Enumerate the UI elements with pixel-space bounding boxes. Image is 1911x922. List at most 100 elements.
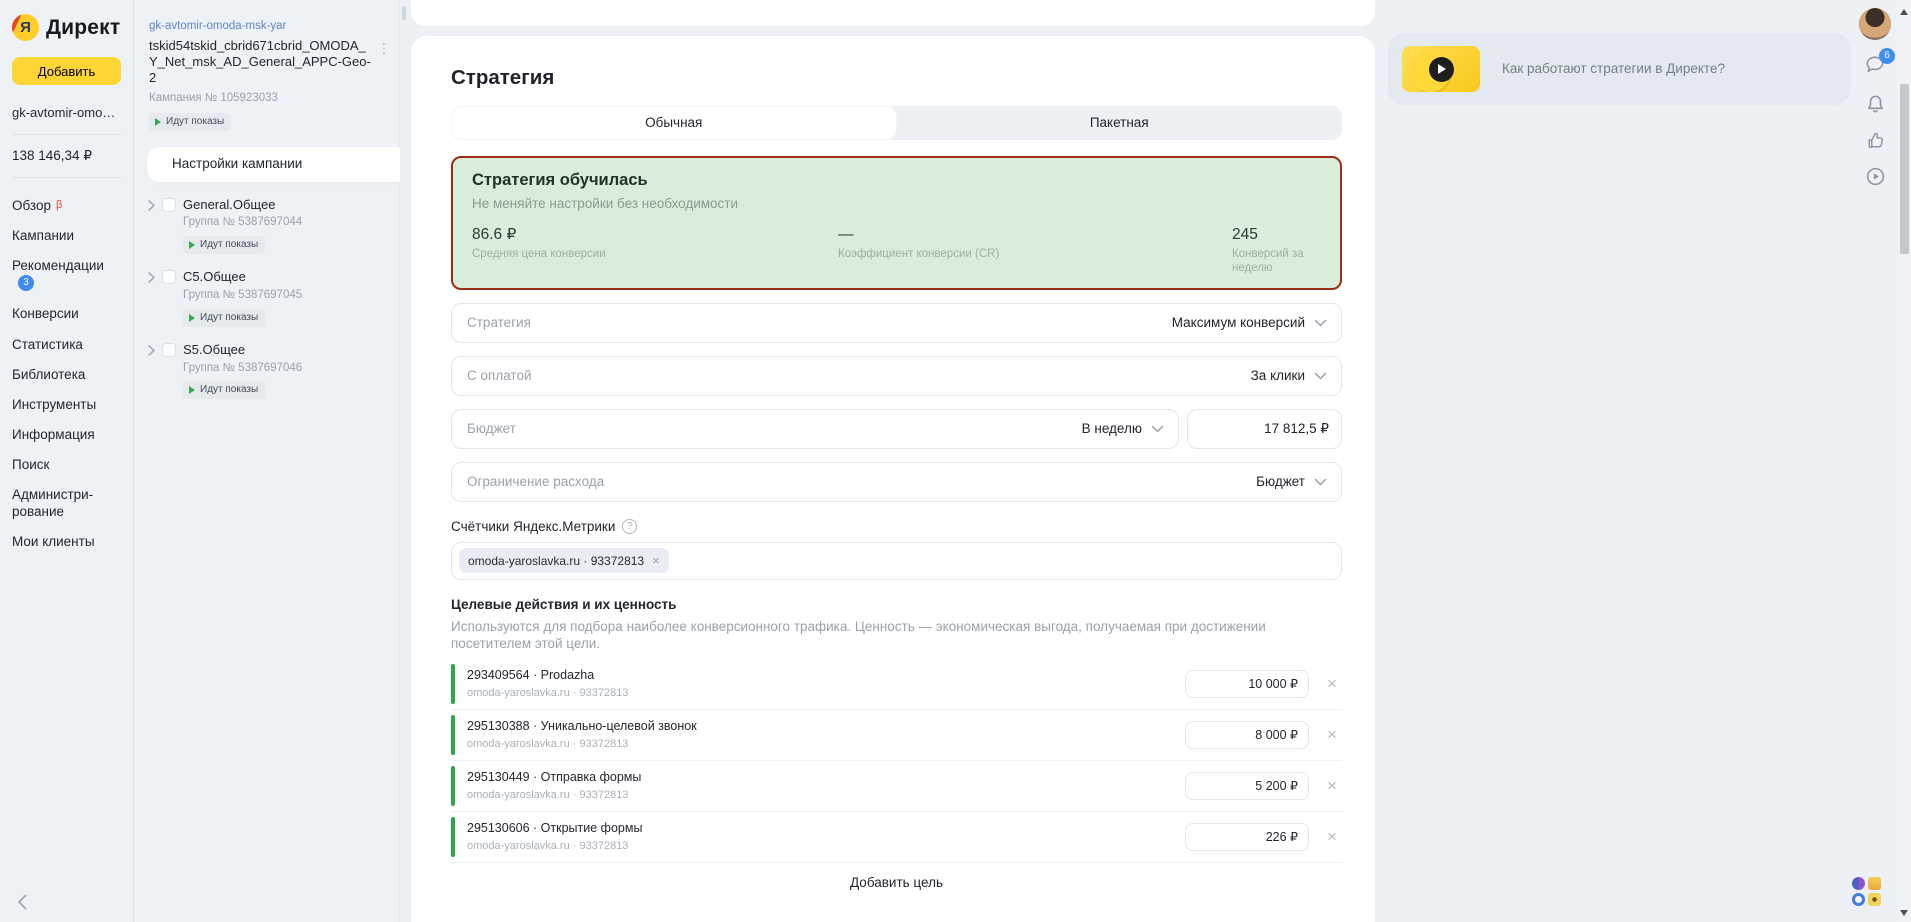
group-row: S5.Общее Группа № 5387697046 Идут показы bbox=[148, 342, 399, 400]
chevron-left-icon bbox=[17, 894, 27, 910]
goal-value-input[interactable]: 5 200 ₽ bbox=[1185, 772, 1309, 800]
counter-chip[interactable]: omoda-yaroslavka.ru · 93372813 × bbox=[459, 548, 669, 573]
group-name[interactable]: C5.Общее bbox=[183, 269, 302, 285]
budget-amount-input[interactable]: 17 812,5 ₽ bbox=[1187, 409, 1342, 449]
nav-label: Мои клиенты bbox=[12, 534, 95, 549]
budget-period-select[interactable]: Бюджет В неделю bbox=[451, 409, 1179, 449]
group-checkbox[interactable] bbox=[162, 343, 176, 357]
remove-goal-icon[interactable]: × bbox=[1322, 827, 1342, 847]
add-goal-button[interactable]: Добавить цель bbox=[451, 863, 1342, 902]
remove-counter-icon[interactable]: × bbox=[652, 553, 660, 569]
chevron-right-icon[interactable] bbox=[148, 200, 155, 211]
help-question-icon[interactable]: ? bbox=[622, 519, 637, 534]
stat-label: Конверсий за неделю bbox=[1232, 248, 1321, 276]
chevron-down-icon bbox=[1314, 372, 1327, 380]
divider bbox=[12, 177, 121, 178]
panel-resize-handle[interactable] bbox=[402, 6, 406, 20]
nav-item-search[interactable]: Поиск bbox=[12, 450, 120, 480]
payment-select[interactable]: С оплатой За клики bbox=[451, 356, 1342, 396]
group-name[interactable]: General.Общее bbox=[183, 197, 302, 213]
group-status-badge: Идут показы bbox=[183, 309, 265, 327]
scroll-down-arrow-icon[interactable] bbox=[1900, 910, 1908, 916]
account-login[interactable]: gk-avtomir-omo… bbox=[12, 105, 121, 121]
tab-package[interactable]: Пакетная bbox=[897, 106, 1343, 140]
group-checkbox[interactable] bbox=[162, 270, 176, 284]
nav-item-library[interactable]: Библиотека bbox=[12, 360, 120, 390]
extension-icon[interactable] bbox=[1868, 877, 1881, 890]
nav-item-my-clients[interactable]: Мои клиенты bbox=[12, 527, 120, 557]
nav-item-recommendations[interactable]: Рекомендации3 bbox=[12, 251, 120, 299]
status-text: Идут показы bbox=[200, 312, 258, 324]
feedback-button[interactable] bbox=[1864, 129, 1887, 152]
strategy-trained-alert: Стратегия обучилась Не меняйте настройки… bbox=[451, 156, 1342, 290]
play-status-icon bbox=[189, 386, 195, 394]
group-name[interactable]: S5.Общее bbox=[183, 342, 302, 358]
goal-value-input[interactable]: 10 000 ₽ bbox=[1185, 670, 1309, 698]
play-status-icon bbox=[189, 314, 195, 322]
chat-button[interactable]: 6 bbox=[1863, 53, 1887, 76]
nav-item-conversions[interactable]: Конверсии bbox=[12, 299, 120, 329]
tab-regular[interactable]: Обычная bbox=[451, 106, 897, 140]
main-content: Стратегия Обычная Пакетная Стратегия обу… bbox=[400, 0, 1384, 922]
nav-item-statistics[interactable]: Статистика bbox=[12, 330, 120, 360]
extension-icon[interactable] bbox=[1868, 893, 1881, 906]
nav-item-information[interactable]: Информация bbox=[12, 420, 120, 450]
previous-card-edge bbox=[411, 0, 1375, 26]
chevron-right-icon[interactable] bbox=[148, 272, 155, 283]
campaign-settings-item[interactable]: Настройки кампании bbox=[147, 147, 400, 182]
nav-label: Поиск bbox=[12, 457, 49, 472]
remove-goal-icon[interactable]: × bbox=[1322, 725, 1342, 745]
user-avatar[interactable] bbox=[1859, 8, 1891, 40]
extension-icon[interactable] bbox=[1852, 893, 1865, 906]
nav-item-administration[interactable]: Администри-рование bbox=[12, 480, 120, 526]
scroll-up-arrow-icon[interactable] bbox=[1900, 9, 1908, 15]
campaign-status-badge: Идут показы bbox=[149, 113, 231, 131]
campaign-account-link[interactable]: gk-avtomir-omoda-msk-yar bbox=[149, 20, 385, 34]
video-thumbnail bbox=[1402, 46, 1480, 92]
stat-conversion-rate: — Коэффициент конверсии (CR) bbox=[838, 226, 1232, 276]
play-status-icon bbox=[155, 118, 161, 126]
notifications-button[interactable] bbox=[1864, 92, 1887, 116]
metrika-counters-input[interactable]: omoda-yaroslavka.ru · 93372813 × bbox=[451, 542, 1342, 580]
nav-item-tools[interactable]: Инструменты bbox=[12, 390, 120, 420]
collapse-sidebar-button[interactable] bbox=[13, 890, 31, 914]
spend-limit-select[interactable]: Ограничение расхода Бюджет bbox=[451, 462, 1342, 502]
video-help-button[interactable] bbox=[1864, 165, 1887, 188]
nav-label: Информация bbox=[12, 427, 95, 442]
goal-value-input[interactable]: 226 ₽ bbox=[1185, 823, 1309, 851]
nav-label: Кампании bbox=[12, 228, 74, 243]
goal-row: 295130606 · Открытие формы omoda-yarosla… bbox=[451, 812, 1342, 863]
page-scrollbar[interactable] bbox=[1898, 0, 1911, 922]
nav-item-campaigns[interactable]: Кампании bbox=[12, 221, 120, 251]
campaign-name[interactable]: tskid54tskid_cbrid671cbrid_OMODA_Y_Net_m… bbox=[149, 38, 373, 86]
field-label: С оплатой bbox=[467, 368, 1251, 384]
recommendations-count-badge: 3 bbox=[18, 275, 34, 291]
strategy-video-promo[interactable]: Как работают стратегии в Директе? bbox=[1388, 33, 1850, 105]
field-value: За клики bbox=[1251, 368, 1305, 384]
chevron-down-icon bbox=[1314, 478, 1327, 486]
nav-label: Библиотека bbox=[12, 367, 85, 382]
goal-row: 295130388 · Уникально-целевой звонок omo… bbox=[451, 710, 1342, 761]
stat-avg-conversion-price: 86.6 ₽ Средняя цена конверсии bbox=[472, 226, 838, 276]
goals-section-description: Используются для подбора наиболее конвер… bbox=[451, 618, 1342, 652]
strategy-select[interactable]: Стратегия Максимум конверсий bbox=[451, 303, 1342, 343]
yandex-direct-logo[interactable]: Я Директ bbox=[12, 14, 121, 41]
chevron-right-icon[interactable] bbox=[148, 345, 155, 356]
extension-icon[interactable] bbox=[1852, 877, 1865, 890]
field-label: Ограничение расхода bbox=[467, 474, 1256, 490]
product-name: Директ bbox=[46, 15, 120, 40]
play-circle-icon bbox=[1864, 165, 1887, 188]
goal-value-input[interactable]: 8 000 ₽ bbox=[1185, 721, 1309, 749]
more-actions-icon[interactable]: ⋮ bbox=[377, 40, 391, 57]
stat-value: 245 bbox=[1232, 226, 1321, 245]
remove-goal-icon[interactable]: × bbox=[1322, 674, 1342, 694]
right-icon-rail: 6 bbox=[1858, 8, 1892, 188]
group-row: General.Общее Группа № 5387697044 Идут п… bbox=[148, 197, 399, 255]
nav-item-overview[interactable]: Обзорβ bbox=[12, 191, 120, 221]
group-number: Группа № 5387697046 bbox=[183, 362, 302, 376]
remove-goal-icon[interactable]: × bbox=[1322, 776, 1342, 796]
group-checkbox[interactable] bbox=[162, 198, 176, 212]
scrollbar-thumb[interactable] bbox=[1900, 84, 1909, 254]
nav-label: Конверсии bbox=[12, 306, 79, 321]
add-button[interactable]: Добавить bbox=[12, 57, 121, 85]
